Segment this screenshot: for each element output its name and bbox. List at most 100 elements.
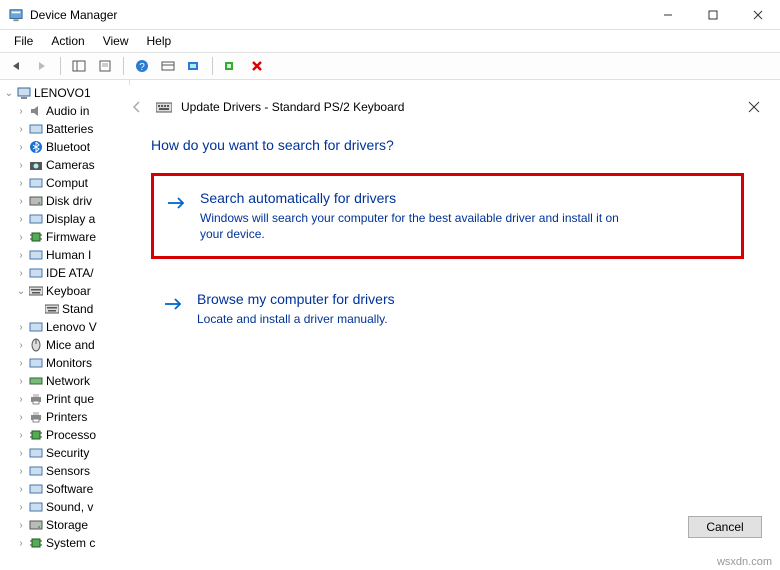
- delete-icon[interactable]: [245, 55, 269, 77]
- dialog-back-button[interactable]: [125, 95, 149, 119]
- expand-icon[interactable]: ›: [16, 214, 26, 225]
- device-icon: [28, 265, 44, 281]
- close-button[interactable]: [735, 0, 780, 30]
- expand-icon[interactable]: ›: [16, 232, 26, 243]
- tree-item[interactable]: ›Print que: [4, 390, 129, 408]
- scan-hardware-icon[interactable]: [156, 55, 180, 77]
- expand-icon[interactable]: ›: [16, 484, 26, 495]
- tree-item[interactable]: ›Processo: [4, 426, 129, 444]
- tree-item-label: Firmware: [46, 230, 96, 244]
- device-icon: [28, 445, 44, 461]
- expand-icon[interactable]: ›: [16, 250, 26, 261]
- device-icon: [28, 499, 44, 515]
- tree-item[interactable]: ›Mice and: [4, 336, 129, 354]
- expand-icon[interactable]: ›: [16, 502, 26, 513]
- tree-item[interactable]: ›Batteries: [4, 120, 129, 138]
- tree-item[interactable]: › Sound, v: [4, 498, 129, 516]
- expand-icon[interactable]: ›: [16, 178, 26, 189]
- menu-action[interactable]: Action: [43, 32, 92, 50]
- expand-icon[interactable]: ›: [16, 142, 26, 153]
- tree-item[interactable]: ›Display a: [4, 210, 129, 228]
- expand-icon[interactable]: ›: [16, 106, 26, 117]
- expand-icon[interactable]: ›: [16, 376, 26, 387]
- expand-icon[interactable]: ›: [16, 124, 26, 135]
- dialog-close-button[interactable]: [740, 93, 768, 121]
- minimize-button[interactable]: [645, 0, 690, 30]
- expand-icon[interactable]: ›: [16, 322, 26, 333]
- collapse-icon[interactable]: ⌄: [4, 88, 14, 99]
- dialog-header: Update Drivers - Standard PS/2 Keyboard: [115, 85, 780, 127]
- uninstall-device-icon[interactable]: [219, 55, 243, 77]
- device-icon: [28, 337, 44, 353]
- device-icon: [28, 427, 44, 443]
- device-icon: [28, 409, 44, 425]
- tree-item[interactable]: ›IDE ATA/: [4, 264, 129, 282]
- option-browse-computer[interactable]: Browse my computer for drivers Locate an…: [151, 277, 744, 341]
- expand-icon[interactable]: ›: [16, 358, 26, 369]
- help-icon[interactable]: ?: [130, 55, 154, 77]
- menu-help[interactable]: Help: [139, 32, 180, 50]
- tree-item-label: Storage: [46, 518, 88, 532]
- device-tree[interactable]: ⌄ LENOVO1 ›Audio in›Batteries›Bluetoot›C…: [0, 80, 130, 552]
- arrow-right-icon: [161, 291, 185, 327]
- expand-icon[interactable]: ›: [16, 430, 26, 441]
- maximize-button[interactable]: [690, 0, 735, 30]
- tree-item-label: Sensors: [46, 464, 90, 478]
- tree-item[interactable]: ›Cameras: [4, 156, 129, 174]
- tree-item-label: Security: [46, 446, 89, 460]
- cancel-button[interactable]: Cancel: [688, 516, 762, 538]
- show-hide-console-tree-icon[interactable]: [67, 55, 91, 77]
- back-button[interactable]: [4, 55, 28, 77]
- tree-item[interactable]: › Security: [4, 444, 129, 462]
- dialog-body: How do you want to search for drivers? S…: [115, 127, 780, 352]
- expand-icon[interactable]: ⌄: [16, 286, 26, 297]
- tree-item[interactable]: ›System c: [4, 534, 129, 552]
- expand-icon[interactable]: ›: [16, 160, 26, 171]
- tree-subitem[interactable]: Stand: [4, 300, 129, 318]
- device-icon: [28, 229, 44, 245]
- option-search-automatically[interactable]: Search automatically for drivers Windows…: [151, 173, 744, 259]
- device-icon: [28, 373, 44, 389]
- tree-item[interactable]: › Disk driv: [4, 192, 129, 210]
- expand-icon[interactable]: ›: [16, 268, 26, 279]
- tree-item[interactable]: ›Network: [4, 372, 129, 390]
- tree-item[interactable]: ›Human I: [4, 246, 129, 264]
- menu-file[interactable]: File: [6, 32, 41, 50]
- tree-item[interactable]: › Sensors: [4, 462, 129, 480]
- tree-root-label: LENOVO1: [34, 86, 91, 100]
- tree-item[interactable]: › Monitors: [4, 354, 129, 372]
- tree-item[interactable]: ›Lenovo V: [4, 318, 129, 336]
- tree-item[interactable]: › Comput: [4, 174, 129, 192]
- svg-text:?: ?: [139, 62, 145, 73]
- properties-icon[interactable]: [93, 55, 117, 77]
- tree-item-label: Monitors: [46, 356, 92, 370]
- tree-item-label: Disk driv: [46, 194, 92, 208]
- tree-item-label: Comput: [46, 176, 88, 190]
- tree-item[interactable]: › Firmware: [4, 228, 129, 246]
- expand-icon[interactable]: ›: [16, 466, 26, 477]
- tree-item[interactable]: ›Bluetoot: [4, 138, 129, 156]
- tree-item[interactable]: ›Audio in: [4, 102, 129, 120]
- titlebar: Device Manager: [0, 0, 780, 30]
- expand-icon[interactable]: ›: [16, 196, 26, 207]
- update-driver-icon[interactable]: [182, 55, 206, 77]
- tree-item[interactable]: › Printers: [4, 408, 129, 426]
- tree-item-label: Sound, v: [46, 500, 93, 514]
- expand-icon[interactable]: ›: [16, 412, 26, 423]
- expand-icon[interactable]: ›: [16, 394, 26, 405]
- forward-button[interactable]: [30, 55, 54, 77]
- window-controls: [645, 0, 780, 30]
- expand-icon[interactable]: ›: [16, 340, 26, 351]
- tree-item[interactable]: › Storage: [4, 516, 129, 534]
- tree-item[interactable]: ⌄Keyboar: [4, 282, 129, 300]
- expand-icon[interactable]: ›: [16, 538, 26, 549]
- menu-view[interactable]: View: [95, 32, 137, 50]
- tree-item-label: Printers: [46, 410, 87, 424]
- update-drivers-dialog: Update Drivers - Standard PS/2 Keyboard …: [115, 85, 780, 552]
- tree-root[interactable]: ⌄ LENOVO1: [4, 84, 129, 102]
- tree-item[interactable]: ›Software: [4, 480, 129, 498]
- option-title: Search automatically for drivers: [200, 190, 620, 206]
- expand-icon[interactable]: ›: [16, 448, 26, 459]
- window-title: Device Manager: [30, 8, 117, 22]
- expand-icon[interactable]: ›: [16, 520, 26, 531]
